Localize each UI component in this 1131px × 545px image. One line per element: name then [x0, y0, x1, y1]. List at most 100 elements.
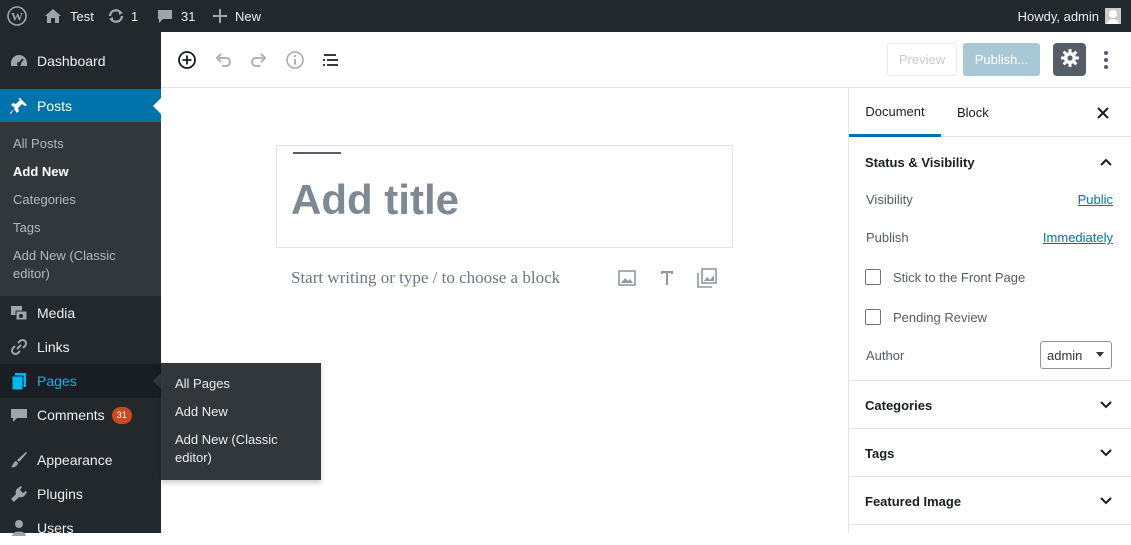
submenu-categories[interactable]: Categories	[13, 191, 76, 209]
chevron-down-icon[interactable]	[1099, 446, 1113, 460]
submenu-add-new-classic-line2: editor)	[13, 266, 50, 281]
comments-count: 31	[181, 8, 196, 24]
publish-label: Publish	[866, 230, 909, 245]
menu-dashboard-label: Dashboard	[37, 53, 106, 69]
menu-plugins[interactable]: Plugins	[0, 477, 161, 511]
tags-panel-title[interactable]: Tags	[865, 446, 894, 461]
admin-sidebar: Dashboard Posts All Posts Add New Catego…	[0, 32, 161, 536]
post-title-placeholder[interactable]: Add title	[291, 176, 459, 224]
menu-comments[interactable]: Comments 31	[0, 398, 161, 432]
submenu-add-new-classic[interactable]: Add New (Classic editor)	[13, 247, 116, 283]
info-icon	[285, 50, 305, 73]
default-block-appender[interactable]: Start writing or type / to choose a bloc…	[291, 268, 560, 288]
content-info-button[interactable]	[283, 49, 307, 73]
comments-icon	[9, 405, 29, 425]
preview-button[interactable]: Preview	[887, 43, 957, 76]
categories-panel-title[interactable]: Categories	[865, 398, 932, 413]
image-icon	[617, 268, 637, 291]
new-label: New	[235, 8, 262, 24]
flyout-add-new-classic-line2: editor)	[175, 450, 212, 465]
comment-bubble-icon	[157, 8, 173, 24]
plus-icon	[213, 9, 227, 23]
flyout-add-new-classic[interactable]: Add New (Classic editor)	[175, 431, 278, 467]
menu-links-label: Links	[37, 339, 70, 355]
dot	[1104, 58, 1108, 62]
menu-links[interactable]: Links	[0, 330, 161, 364]
menu-posts[interactable]: Posts	[0, 89, 161, 123]
insert-heading-button[interactable]	[656, 268, 678, 290]
chevron-up-icon[interactable]	[1099, 155, 1113, 169]
settings-button[interactable]	[1053, 43, 1086, 76]
block-navigation-button[interactable]	[319, 49, 343, 73]
svg-text:W: W	[11, 10, 23, 24]
submenu-add-new[interactable]: Add New	[13, 163, 69, 181]
visibility-label: Visibility	[866, 192, 913, 207]
author-selected-value: admin	[1047, 347, 1083, 363]
menu-comments-label: Comments	[37, 407, 105, 423]
featured-image-panel-title[interactable]: Featured Image	[865, 494, 961, 509]
flyout-add-new[interactable]: Add New	[175, 403, 228, 421]
list-outline-icon	[321, 50, 341, 73]
redo-icon	[249, 50, 269, 73]
editor-header-toolbar: Preview Publish...	[161, 32, 1131, 88]
publish-button[interactable]: Publish...	[963, 43, 1040, 76]
media-icon	[9, 303, 29, 323]
pending-review-checkbox[interactable]	[865, 309, 881, 325]
close-settings-button[interactable]	[1094, 104, 1112, 122]
block-inserter-button[interactable]	[175, 49, 199, 73]
status-visibility-title[interactable]: Status & Visibility	[865, 155, 975, 170]
site-home-link[interactable]: Test	[44, 0, 94, 32]
pending-review-label[interactable]: Pending Review	[893, 310, 987, 325]
redo-button[interactable]	[247, 49, 271, 73]
menu-posts-label: Posts	[37, 98, 73, 114]
pages-flyout-menu: All Pages Add New Add New (Classic edito…	[161, 363, 321, 480]
visibility-toggle[interactable]: Public	[1078, 192, 1113, 207]
updates-count: 1	[131, 8, 139, 24]
post-title-block[interactable]: Add title	[276, 145, 733, 248]
menu-media-label: Media	[37, 305, 76, 321]
heading-icon	[657, 268, 677, 291]
menu-pages-label: Pages	[37, 373, 77, 389]
chevron-down-icon[interactable]	[1099, 494, 1113, 508]
submenu-tags[interactable]: Tags	[13, 219, 40, 237]
undo-button[interactable]	[211, 49, 235, 73]
pages-icon	[9, 371, 29, 391]
plus-circle-icon	[177, 50, 197, 73]
section-divider	[849, 476, 1131, 477]
menu-media[interactable]: Media	[0, 296, 161, 330]
submenu-all-posts[interactable]: All Posts	[13, 135, 64, 153]
publish-date-toggle[interactable]: Immediately	[1043, 230, 1113, 245]
link-icon	[9, 337, 29, 357]
tab-block[interactable]: Block	[957, 88, 989, 137]
section-divider	[849, 380, 1131, 381]
comments-link[interactable]: 31	[157, 0, 195, 32]
section-divider	[849, 524, 1131, 525]
avatar	[1105, 8, 1121, 24]
insert-image-button[interactable]	[616, 268, 638, 290]
more-options-button[interactable]	[1095, 49, 1117, 71]
menu-pages[interactable]: Pages	[0, 364, 161, 398]
tab-document[interactable]: Document	[849, 88, 941, 137]
stick-to-front-checkbox[interactable]	[865, 269, 881, 285]
menu-users-label: Users	[37, 520, 74, 536]
menu-dashboard[interactable]: Dashboard	[0, 44, 161, 78]
pushpin-icon	[9, 96, 29, 116]
chevron-down-icon[interactable]	[1099, 398, 1113, 412]
updates-link[interactable]: 1	[107, 0, 138, 32]
new-content-link[interactable]: New	[213, 0, 261, 32]
flyout-all-pages[interactable]: All Pages	[175, 375, 230, 393]
plug-icon	[9, 484, 29, 504]
current-menu-arrow	[153, 98, 161, 114]
account-menu[interactable]: Howdy, admin	[1018, 0, 1121, 32]
insert-gallery-button[interactable]	[696, 267, 718, 290]
menu-users[interactable]: Users	[0, 511, 161, 545]
block-toolbar-indicator	[293, 152, 341, 154]
stick-to-front-label[interactable]: Stick to the Front Page	[893, 270, 1025, 285]
submenu-add-new-classic-line1: Add New (Classic	[13, 248, 116, 263]
menu-appearance[interactable]: Appearance	[0, 443, 161, 477]
undo-icon	[213, 50, 233, 73]
author-select[interactable]: admin	[1040, 341, 1112, 369]
admin-bar: W Test 1 31 New Howdy, admin	[0, 0, 1131, 32]
comments-badge: 31	[111, 406, 132, 424]
wordpress-logo-icon[interactable]: W	[7, 0, 27, 32]
